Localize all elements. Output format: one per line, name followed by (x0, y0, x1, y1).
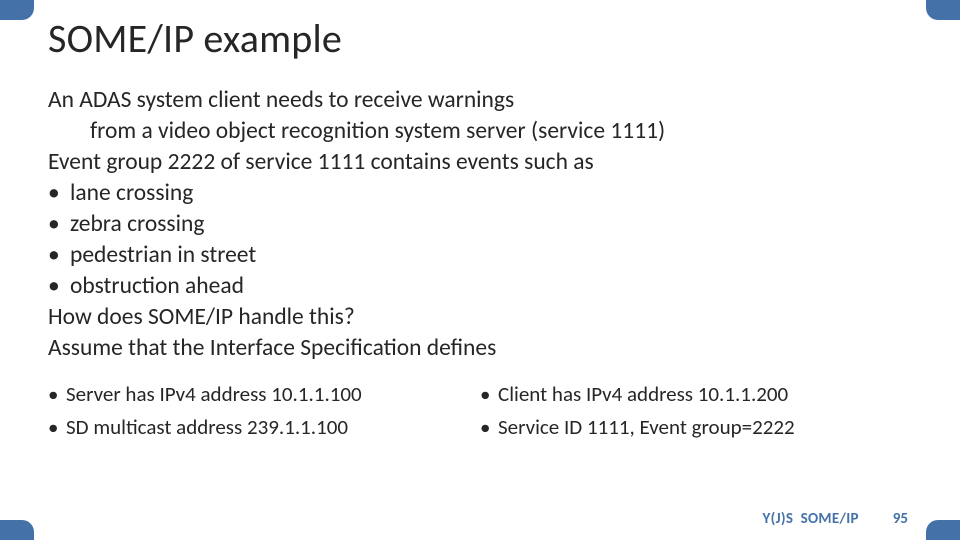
slide-title: SOME/IP example (48, 14, 912, 63)
list-item: • zebra crossing (48, 209, 912, 240)
list-item-label: obstruction ahead (70, 271, 244, 302)
list-item: • Server has IPv4 address 10.1.1.100 (48, 378, 480, 411)
list-item-label: SD multicast address 239.1.1.100 (66, 411, 348, 444)
list-item: • Client has IPv4 address 10.1.1.200 (480, 378, 912, 411)
bullet-icon: • (48, 209, 70, 240)
two-column-block: • Server has IPv4 address 10.1.1.100 • S… (48, 378, 912, 443)
list-item: • obstruction ahead (48, 271, 912, 302)
slide-body: An ADAS system client needs to receive w… (48, 85, 912, 443)
body-line: An ADAS system client needs to receive w… (48, 85, 912, 116)
footer-label: Y(J)S SOME/IP (763, 510, 859, 528)
list-item-label: Server has IPv4 address 10.1.1.100 (66, 378, 362, 411)
bullet-icon: • (48, 411, 66, 444)
bullet-icon: • (48, 240, 70, 271)
list-item: • Service ID 1111, Event group=2222 (480, 411, 912, 444)
body-line: How does SOME/IP handle this? (48, 302, 912, 333)
body-line: from a video object recognition system s… (48, 116, 912, 147)
list-item: • pedestrian in street (48, 240, 912, 271)
column-left: • Server has IPv4 address 10.1.1.100 • S… (48, 378, 480, 443)
list-item-label: Service ID 1111, Event group=2222 (498, 411, 795, 444)
bullet-icon: • (48, 271, 70, 302)
page-number: 95 (893, 510, 908, 528)
list-item-label: pedestrian in street (70, 240, 256, 271)
slide-content: SOME/IP example An ADAS system client ne… (0, 0, 960, 540)
body-line: Event group 2222 of service 1111 contain… (48, 147, 912, 178)
list-item: • lane crossing (48, 178, 912, 209)
list-item-label: lane crossing (70, 178, 193, 209)
bullet-icon: • (480, 411, 498, 444)
list-item-label: zebra crossing (70, 209, 204, 240)
body-line: Assume that the Interface Specification … (48, 333, 912, 364)
column-right: • Client has IPv4 address 10.1.1.200 • S… (480, 378, 912, 443)
bullet-icon: • (48, 378, 66, 411)
bullet-icon: • (48, 178, 70, 209)
bullet-icon: • (480, 378, 498, 411)
list-item-label: Client has IPv4 address 10.1.1.200 (498, 378, 788, 411)
slide-footer: Y(J)S SOME/IP 95 (763, 510, 908, 528)
list-item: • SD multicast address 239.1.1.100 (48, 411, 480, 444)
